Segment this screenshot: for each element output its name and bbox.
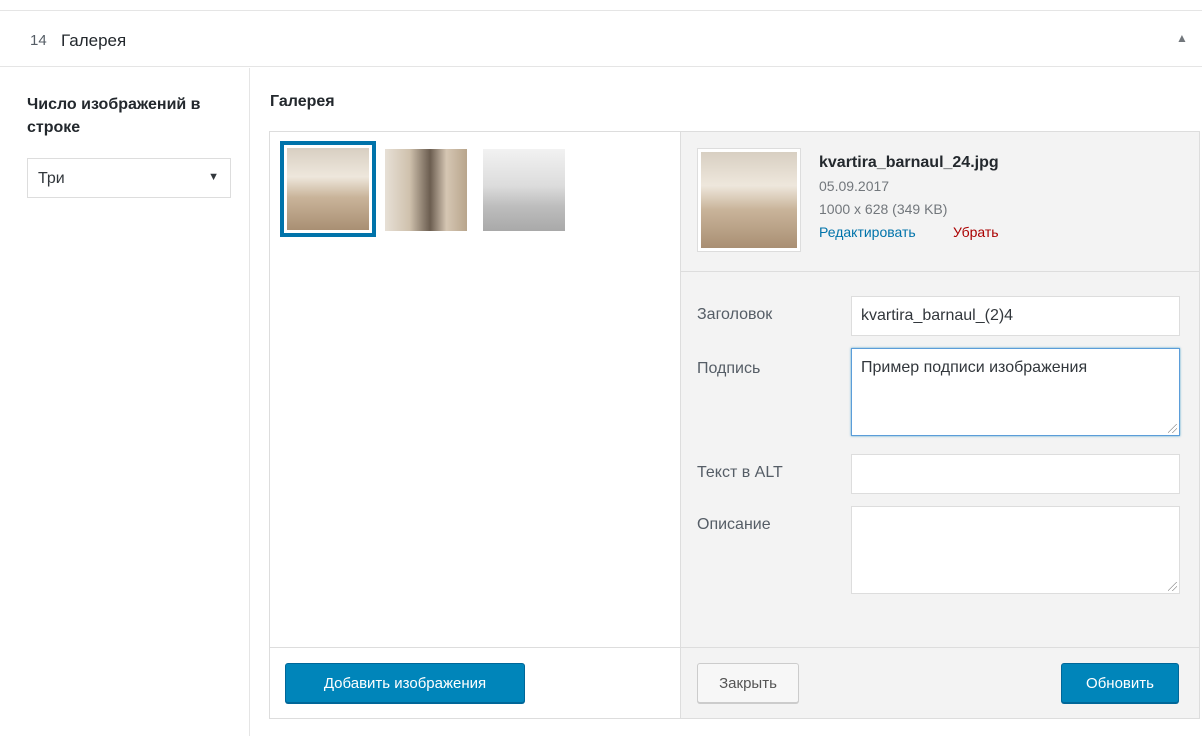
gallery-label: Галерея [270, 93, 335, 110]
update-button[interactable]: Обновить [1061, 663, 1179, 703]
triangle-up-icon[interactable]: ▲ [1176, 31, 1188, 45]
attachment-dimensions: 1000 x 628 (349 KB) [819, 201, 948, 217]
description-label: Описание [697, 516, 771, 533]
caret-down-icon: ▼ [208, 171, 219, 183]
thumbnail-image [287, 148, 369, 230]
divider [249, 68, 250, 736]
metabox-title: Галерея [61, 31, 127, 50]
caption-label: Подпись [697, 360, 761, 377]
attachment-preview [697, 148, 801, 252]
alt-input[interactable] [851, 454, 1180, 494]
gallery-thumbnail[interactable] [483, 149, 565, 231]
attachment-filename: kvartira_barnaul_24.jpg [819, 154, 999, 171]
thumbnail-image [385, 149, 467, 231]
thumbnail-image [483, 149, 565, 231]
attachment-date: 05.09.2017 [819, 178, 890, 194]
preview-image [701, 152, 797, 248]
resize-grip-icon[interactable] [1168, 582, 1177, 591]
caption-textarea[interactable]: Пример подписи изображения [851, 348, 1180, 436]
title-label: Заголовок [697, 306, 773, 323]
attachment-details: kvartira_barnaul_24.jpg 05.09.2017 1000 … [680, 132, 1199, 718]
field-count: 14 [30, 32, 47, 49]
columns-select[interactable]: Три ▼ [27, 158, 231, 198]
add-images-button[interactable]: Добавить изображения [285, 663, 525, 703]
columns-label: Число изображений в строке [27, 96, 201, 136]
description-textarea[interactable] [851, 506, 1180, 594]
metabox-header[interactable]: 14 Галерея ▲ [0, 11, 1202, 67]
remove-link[interactable]: Убрать [953, 224, 999, 240]
edit-link[interactable]: Редактировать [819, 224, 916, 240]
columns-select-value: Три [38, 170, 65, 187]
caption-text: Пример подписи изображения [861, 359, 1088, 376]
gallery-thumbnails: Добавить изображения [270, 132, 680, 718]
footer-divider [270, 647, 1199, 648]
close-button[interactable]: Закрыть [697, 663, 799, 703]
gallery-thumbnail[interactable] [385, 149, 467, 231]
title-input[interactable]: kvartira_barnaul_(2)4 [851, 296, 1180, 336]
gallery-thumbnail-selected[interactable] [280, 141, 376, 237]
alt-label: Текст в ALT [697, 464, 783, 481]
resize-grip-icon[interactable] [1168, 424, 1177, 433]
gallery-box: Добавить изображения kvartira_barnaul_24… [269, 131, 1200, 719]
attachment-info: kvartira_barnaul_24.jpg 05.09.2017 1000 … [681, 132, 1199, 272]
